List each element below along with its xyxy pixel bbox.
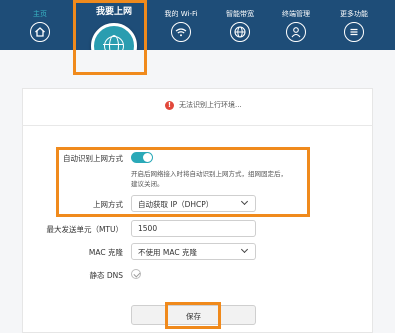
chevron-down-icon [240, 245, 249, 254]
highlight-internet-tab [73, 0, 147, 75]
bandwidth-globe-icon [230, 22, 250, 42]
home-icon [30, 22, 50, 42]
static-dns-checkbox[interactable] [131, 269, 141, 279]
mtu-input[interactable]: 1500 [131, 220, 256, 237]
mac-clone-value: 不使用 MAC 克隆 [138, 248, 197, 257]
alert-text: 无法识别上行环境... [179, 101, 242, 109]
highlight-wan-settings [56, 147, 310, 217]
nav-label-devices: 终端管理 [282, 10, 310, 18]
mac-clone-select[interactable]: 不使用 MAC 克隆 [131, 243, 256, 260]
wifi-icon [171, 22, 191, 42]
nav-item-devices[interactable]: 终端管理 [278, 0, 314, 42]
mtu-label: 最大发送单元（MTU） [46, 225, 123, 234]
nav-item-more[interactable]: 更多功能 [336, 0, 372, 42]
nav-item-wifi[interactable]: 我的 Wi-Fi [160, 0, 202, 42]
nav-item-home[interactable]: 主页 [22, 0, 58, 42]
mac-clone-label: MAC 克隆 [88, 248, 123, 257]
nav-label-more: 更多功能 [340, 10, 368, 18]
highlight-save-button [165, 302, 221, 329]
nav-label-home: 主页 [33, 10, 47, 18]
menu-icon [344, 22, 364, 42]
nav-item-bandwidth[interactable]: 智能带宽 [222, 0, 258, 42]
alert-icon: ! [165, 101, 174, 110]
nav-label-bandwidth: 智能带宽 [226, 10, 254, 18]
alert-bar: ! 无法识别上行环境... [22, 88, 373, 126]
mtu-value: 1500 [138, 224, 158, 233]
nav-label-wifi: 我的 Wi-Fi [164, 10, 198, 18]
user-icon [286, 22, 306, 42]
static-dns-label: 静态 DNS [89, 271, 123, 280]
